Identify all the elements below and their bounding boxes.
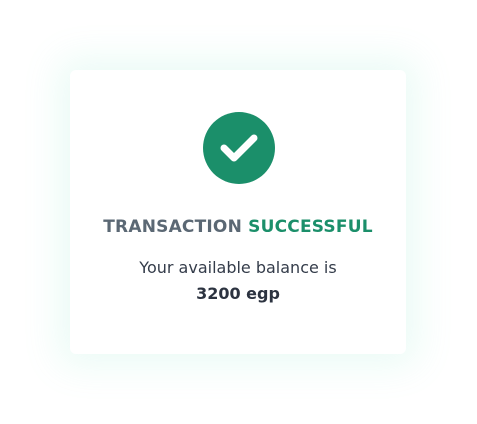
status-title: TRANSACTION SUCCESSFUL: [70, 217, 406, 237]
status-title-result: SUCCESSFUL: [248, 217, 373, 237]
balance-amount: 3200 egp: [196, 284, 280, 303]
check-circle-icon: [203, 112, 275, 184]
balance-text: Your available balance is: [139, 258, 337, 277]
transaction-success-card: TRANSACTION SUCCESSFUL Your available ba…: [70, 70, 406, 354]
checkmark-icon: [220, 134, 258, 162]
status-title-label: TRANSACTION: [103, 217, 243, 237]
page: TRANSACTION SUCCESSFUL Your available ba…: [0, 0, 477, 424]
